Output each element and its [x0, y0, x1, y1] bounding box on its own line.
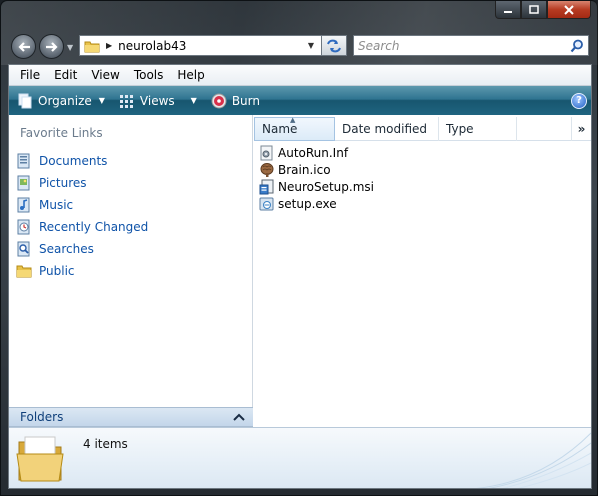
breadcrumb-arrow-icon[interactable]: ▶ — [106, 41, 112, 50]
close-icon — [564, 4, 574, 15]
file-name: Brain.ico — [278, 162, 331, 177]
file-item-autorun[interactable]: AutoRun.Inf — [259, 144, 374, 161]
minimize-button[interactable] — [495, 1, 521, 19]
forward-arrow-icon — [45, 41, 58, 52]
favorite-link-music[interactable]: Music — [16, 194, 148, 216]
close-button[interactable] — [547, 1, 591, 19]
public-folder-icon — [16, 265, 32, 278]
brain-icon — [260, 162, 274, 177]
forward-button[interactable] — [39, 34, 64, 59]
burn-button[interactable]: Burn — [211, 93, 260, 109]
file-name: NeuroSetup.msi — [278, 179, 374, 194]
menu-file[interactable]: File — [9, 68, 47, 82]
help-icon[interactable]: ? — [571, 92, 587, 109]
file-list: AutoRun.Inf Brain.ico NeuroSetup.msi set… — [259, 144, 374, 212]
item-count: 4 items — [83, 437, 128, 451]
column-header-type-label: Type — [446, 122, 474, 136]
setup-exe-icon — [259, 197, 274, 210]
chevron-up-icon — [233, 413, 245, 421]
pictures-icon — [17, 175, 30, 191]
back-arrow-icon — [17, 41, 30, 52]
burn-disc-icon — [211, 93, 227, 108]
caption-buttons — [495, 1, 591, 19]
music-icon — [17, 197, 30, 213]
recent-pages-dropdown[interactable]: ▼ — [67, 43, 73, 52]
back-button[interactable] — [11, 34, 36, 59]
menu-help[interactable]: Help — [170, 68, 211, 82]
maximize-button[interactable] — [521, 1, 547, 19]
organize-icon — [18, 93, 32, 108]
search-input[interactable]: Search — [358, 39, 400, 53]
views-label: Views — [139, 93, 175, 108]
favorite-link-label: Searches — [39, 242, 94, 256]
maximize-icon — [529, 5, 539, 14]
folders-toggle[interactable]: Folders — [9, 407, 253, 427]
decorative-swoosh — [475, 432, 591, 488]
menu-view[interactable]: View — [84, 68, 126, 82]
folder-icon — [84, 41, 100, 52]
file-list-pane: ▲ Name Date modified Type » AutoRun.Inf … — [254, 115, 591, 427]
column-header-name[interactable]: ▲ Name — [254, 116, 335, 141]
navigation-pane: Favorite Links Documents Pictures Music … — [9, 115, 253, 407]
installer-icon — [259, 179, 274, 194]
folder-large-icon — [16, 436, 64, 482]
favorite-link-documents[interactable]: Documents — [16, 150, 148, 172]
favorite-link-recently-changed[interactable]: Recently Changed — [16, 216, 148, 238]
views-button[interactable]: Views ▼ — [119, 93, 197, 109]
menu-tools[interactable]: Tools — [127, 68, 171, 82]
search-box[interactable]: Search — [353, 35, 589, 56]
documents-icon — [17, 153, 30, 169]
organize-dropdown-icon: ▼ — [98, 96, 105, 105]
favorite-links-heading: Favorite Links — [20, 126, 103, 140]
favorite-link-label: Music — [39, 198, 74, 212]
favorite-link-searches[interactable]: Searches — [16, 238, 148, 260]
burn-label: Burn — [231, 93, 260, 108]
sort-ascending-icon: ▲ — [290, 116, 296, 124]
settings-file-icon — [260, 145, 273, 160]
file-item-setup-exe[interactable]: setup.exe — [259, 195, 374, 212]
recently-changed-icon — [17, 219, 30, 235]
file-name: setup.exe — [278, 196, 337, 211]
column-header-type[interactable]: Type — [439, 117, 517, 141]
address-dropdown[interactable]: ▼ — [302, 41, 320, 50]
file-item-brain-ico[interactable]: Brain.ico — [259, 161, 374, 178]
favorite-link-public[interactable]: Public — [16, 260, 148, 282]
column-header-date-modified[interactable]: Date modified — [335, 117, 439, 141]
views-dropdown-icon: ▼ — [190, 96, 197, 105]
searches-icon — [17, 241, 30, 257]
favorite-link-label: Public — [39, 264, 75, 278]
refresh-icon — [327, 39, 341, 52]
details-pane: 4 items — [9, 427, 591, 488]
explorer-window: ▼ ▶ neurolab43 ▼ Search File Edit View T… — [0, 0, 598, 496]
organize-button[interactable]: Organize ▼ — [17, 93, 105, 109]
favorite-links-list: Documents Pictures Music Recently Change… — [16, 150, 148, 282]
column-header-name-label: Name — [262, 122, 298, 136]
minimize-icon — [504, 10, 512, 13]
file-name: AutoRun.Inf — [278, 145, 349, 160]
more-columns-button[interactable]: » — [572, 117, 591, 141]
column-headers: ▲ Name Date modified Type » — [254, 116, 591, 141]
client-area: File Edit View Tools Help Organize ▼ Vie… — [8, 64, 592, 489]
address-bar[interactable]: ▶ neurolab43 ▼ — [79, 35, 347, 56]
favorite-link-label: Documents — [39, 154, 108, 168]
favorite-link-label: Recently Changed — [39, 220, 149, 234]
command-bar: Organize ▼ Views ▼ Burn ? — [9, 86, 591, 115]
folders-label: Folders — [20, 410, 64, 424]
file-item-neurosetup-msi[interactable]: NeuroSetup.msi — [259, 178, 374, 195]
refresh-button[interactable] — [321, 35, 347, 56]
column-header-spacer — [517, 117, 572, 141]
menu-bar: File Edit View Tools Help — [9, 65, 591, 86]
menu-edit[interactable]: Edit — [47, 68, 84, 82]
search-icon[interactable] — [570, 39, 584, 53]
favorite-link-label: Pictures — [39, 176, 87, 190]
address-path[interactable]: neurolab43 — [118, 39, 186, 53]
column-header-date-label: Date modified — [342, 122, 428, 136]
organize-label: Organize — [38, 93, 92, 108]
favorite-link-pictures[interactable]: Pictures — [16, 172, 148, 194]
views-icon — [119, 94, 133, 108]
